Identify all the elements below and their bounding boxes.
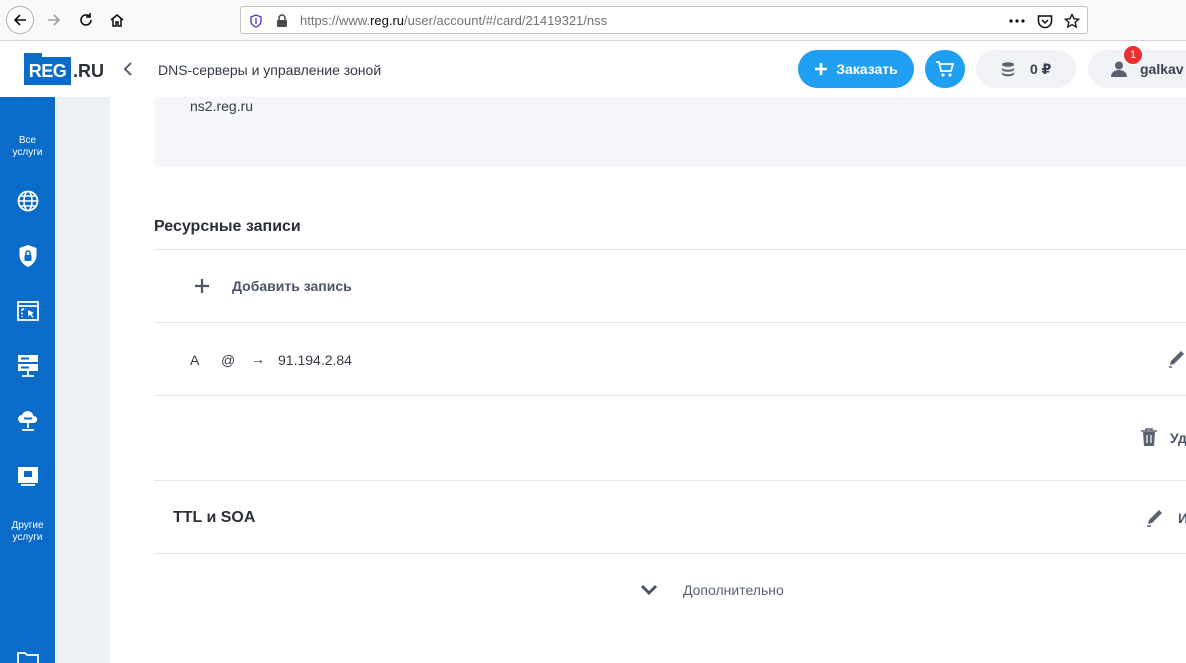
add-record-label: Добавить запись	[232, 278, 352, 294]
user-icon	[1111, 61, 1127, 77]
ttl-soa-section: TTL и SOA И	[154, 481, 1186, 553]
home-icon	[110, 14, 124, 27]
sidebar-item-hosting[interactable]	[0, 353, 55, 379]
coins-icon	[1002, 62, 1014, 77]
logo-suffix: .RU	[73, 61, 104, 81]
cart-icon	[936, 61, 955, 77]
page-title: DNS-серверы и управление зоной	[158, 62, 382, 78]
ttl-soa-title: TTL и SOA	[173, 509, 256, 526]
browser-forward-button[interactable]	[40, 6, 68, 34]
cloud-server-icon	[17, 411, 37, 431]
sidebar-item-vps[interactable]	[0, 408, 55, 434]
balance-button[interactable]: 0 ₽	[976, 50, 1076, 88]
app-header: REG .RU DNS-серверы и управление зоной З…	[0, 41, 1186, 97]
site-builder-icon	[16, 301, 39, 321]
sidebar-item-label: Другие услуги	[11, 520, 44, 543]
bookmark-star-icon[interactable]	[1063, 12, 1081, 30]
chevron-down-icon	[640, 584, 658, 596]
reload-icon	[80, 13, 92, 26]
page-actions-icon[interactable]	[1008, 12, 1026, 30]
sidebar-item-site-builder[interactable]	[0, 298, 55, 324]
plus-icon	[195, 279, 209, 293]
sidebar-item-other-services[interactable]: Другие услуги	[0, 518, 55, 546]
record-value: 91.194.2.84	[278, 352, 352, 368]
address-bar[interactable]: https://www.reg.ru/user/account/#/card/2…	[240, 6, 1088, 34]
url-text: https://www.reg.ru/user/account/#/card/2…	[300, 13, 608, 28]
arrow-left-icon	[13, 14, 26, 26]
browser-back-button[interactable]	[6, 6, 34, 34]
balance-amount: 0 ₽	[1030, 60, 1052, 77]
resource-records-title: Ресурсные записи	[154, 218, 301, 235]
browser-home-button[interactable]	[103, 6, 131, 34]
pencil-icon	[1169, 351, 1184, 368]
main-content: ns2.reg.ru Ресурсные записи Добавить зап…	[110, 97, 1186, 663]
server-icon	[17, 355, 38, 377]
lock-icon[interactable]	[273, 12, 291, 30]
pocket-icon[interactable]	[1036, 12, 1054, 30]
edit-ttl-soa-button[interactable]: И	[1178, 510, 1186, 526]
notification-badge[interactable]: 1	[1123, 45, 1143, 65]
sidebar-item-all-services[interactable]: Все услуги	[0, 133, 55, 161]
arrow-right-icon	[48, 14, 61, 26]
sidebar-item-office[interactable]	[0, 463, 55, 489]
divider	[154, 553, 1186, 554]
trash-icon[interactable]	[1140, 427, 1158, 447]
name-servers-panel: ns2.reg.ru	[154, 97, 1186, 167]
record-host: @	[221, 352, 236, 368]
more-label: Дополнительно	[683, 582, 784, 598]
tracking-protection-icon[interactable]	[247, 12, 265, 30]
more-toggle[interactable]: Дополнительно	[154, 575, 1186, 609]
table-row[interactable]: A @ → 91.194.2.84	[154, 323, 1186, 395]
browser-reload-button[interactable]	[72, 6, 100, 34]
globe-icon	[17, 190, 38, 212]
username: galkav	[1140, 61, 1184, 77]
plus-icon	[815, 63, 828, 75]
pencil-icon[interactable]	[1146, 507, 1166, 527]
order-button-label: Заказать	[836, 61, 898, 77]
record-arrow: →	[251, 351, 265, 367]
folder-icon	[16, 652, 39, 663]
cart-button[interactable]	[925, 50, 965, 88]
sidebar: Все услуги Другие услуги	[0, 97, 55, 663]
content-gutter	[55, 97, 110, 663]
logo-main: REG	[24, 57, 71, 85]
sidebar-item-domains[interactable]	[0, 188, 55, 214]
name-server-value: ns2.reg.ru	[190, 98, 254, 114]
sidebar-item-files[interactable]	[0, 649, 55, 663]
back-chevron-icon[interactable]	[120, 61, 136, 77]
delete-button[interactable]: Уд	[1170, 430, 1186, 446]
certificate-icon	[17, 467, 38, 486]
order-button[interactable]: Заказать	[798, 50, 914, 88]
shield-lock-icon	[19, 245, 36, 267]
edit-record-button[interactable]	[1167, 349, 1186, 368]
delete-records-row: Уд	[154, 396, 1186, 480]
record-type: A	[190, 352, 200, 368]
browser-toolbar: https://www.reg.ru/user/account/#/card/2…	[0, 0, 1186, 41]
sidebar-item-ssl[interactable]	[0, 243, 55, 269]
add-record-button[interactable]: Добавить запись	[154, 250, 1186, 322]
sidebar-item-label: Все услуги	[12, 135, 43, 158]
